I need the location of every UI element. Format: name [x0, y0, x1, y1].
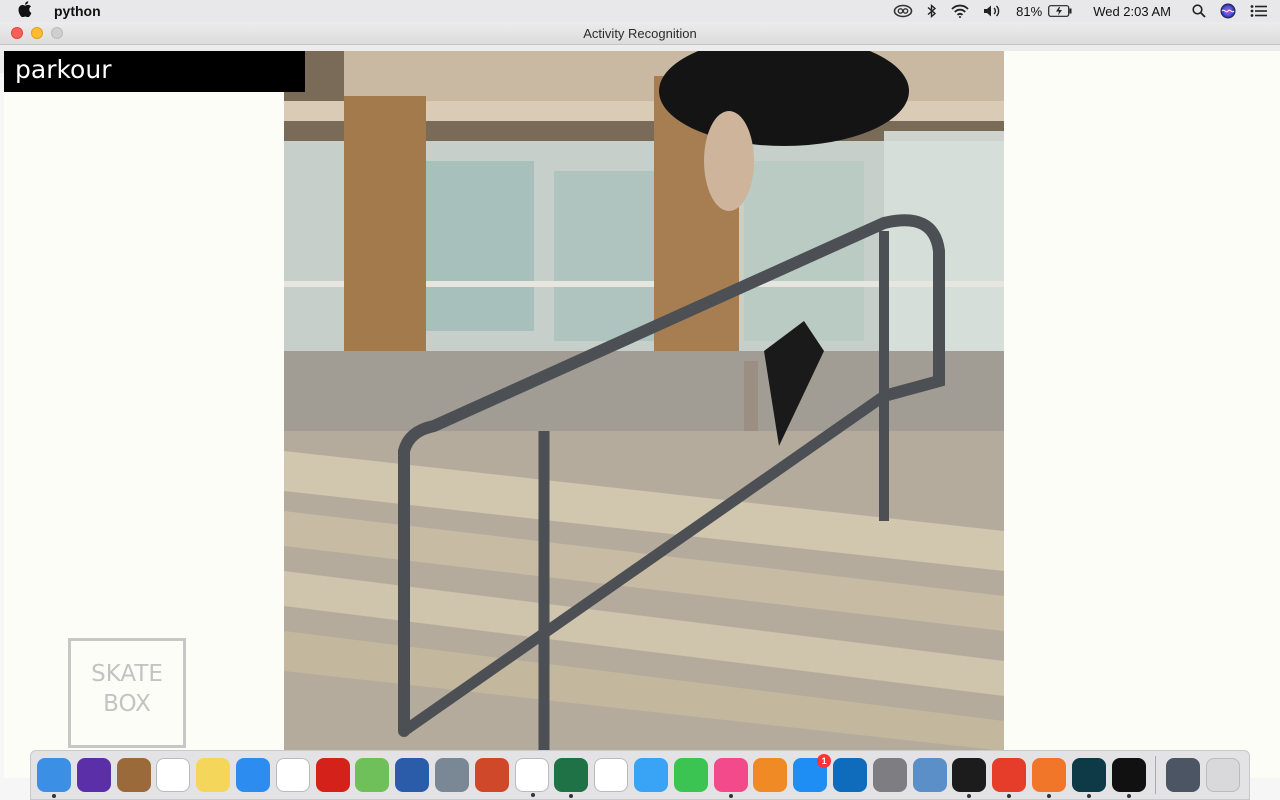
powerpoint-icon[interactable]: [474, 758, 509, 792]
zoom-button[interactable]: [51, 27, 63, 39]
safari-icon[interactable]: [235, 758, 270, 792]
apple-icon[interactable]: [18, 1, 38, 21]
status-area: 81% Wed 2:03 AM: [886, 0, 1280, 22]
close-button[interactable]: [11, 27, 23, 39]
facetime-icon[interactable]: [673, 758, 708, 792]
photos-icon[interactable]: [594, 758, 629, 792]
finder-icon[interactable]: [37, 758, 71, 798]
siri-icon[interactable]: [1220, 0, 1236, 22]
word-icon[interactable]: [395, 758, 430, 792]
excel-icon[interactable]: [554, 758, 589, 798]
books-icon[interactable]: [753, 758, 788, 792]
notebook-icon[interactable]: [116, 758, 151, 792]
maps-icon[interactable]: [355, 758, 390, 792]
reminders-icon[interactable]: [275, 758, 310, 792]
running-indicator: [1126, 794, 1131, 798]
video-frame: [284, 51, 1004, 751]
watermark-line-1: SKATE: [91, 661, 163, 687]
terminal-icon[interactable]: [952, 758, 987, 798]
acrobat-icon[interactable]: [315, 758, 350, 792]
preview-icon[interactable]: [912, 758, 947, 792]
skatebox-watermark: SKATE BOX: [68, 638, 186, 748]
running-indicator: [967, 794, 972, 798]
trash-icon[interactable]: [1206, 758, 1241, 792]
watermark-line-2: BOX: [103, 691, 151, 717]
window-titlebar[interactable]: Activity Recognition: [0, 22, 1280, 45]
window-controls: [11, 27, 63, 39]
recent-folder-icon[interactable]: [1166, 758, 1201, 792]
minimize-button[interactable]: [31, 27, 43, 39]
image-canvas: parkour SKATE BOX: [4, 51, 1280, 778]
system-preferences-icon[interactable]: [872, 758, 907, 792]
running-indicator: [569, 794, 574, 798]
window-title: Activity Recognition: [583, 25, 697, 41]
volume-icon[interactable]: [983, 0, 1003, 22]
dock-separator: [1155, 756, 1157, 794]
app-store-icon[interactable]: 1: [793, 754, 832, 792]
git-icon[interactable]: [992, 758, 1027, 798]
app-menu-python[interactable]: python: [54, 3, 101, 19]
battery-icon[interactable]: [1048, 0, 1072, 22]
notification-center-icon[interactable]: [1250, 0, 1268, 22]
sublime-text-icon[interactable]: [1031, 758, 1066, 798]
battery-percent: 81%: [1016, 3, 1043, 19]
spotlight-icon[interactable]: [1192, 0, 1206, 22]
creative-cloud-icon[interactable]: [893, 0, 913, 22]
exec-icon[interactable]: [1111, 758, 1146, 798]
menu-bar: python 81% Wed 2:03 AM: [0, 0, 1280, 22]
calendar-icon[interactable]: [156, 758, 191, 792]
menubar-clock[interactable]: Wed 2:03 AM: [1093, 4, 1171, 19]
launchpad-icon[interactable]: [434, 758, 469, 792]
filmora-icon[interactable]: [1071, 758, 1106, 798]
siri-icon[interactable]: [76, 758, 111, 792]
bluetooth-icon[interactable]: [927, 0, 937, 22]
app-badge: 1: [817, 754, 832, 768]
chrome-icon[interactable]: [514, 758, 549, 797]
running-indicator: [728, 794, 733, 798]
running-indicator: [1007, 794, 1012, 798]
outlook-icon[interactable]: [832, 758, 867, 792]
skateboard-scene: [284, 51, 1004, 751]
itunes-icon[interactable]: [713, 758, 748, 798]
running-indicator: [530, 793, 535, 797]
activity-label-box: parkour: [4, 51, 305, 92]
dock: 1: [30, 750, 1250, 800]
messages-icon[interactable]: [633, 758, 668, 792]
activity-label: parkour: [15, 55, 112, 84]
running-indicator: [1046, 794, 1051, 798]
notes-icon[interactable]: [196, 758, 231, 792]
wifi-icon[interactable]: [951, 0, 969, 22]
running-indicator: [1086, 794, 1091, 798]
running-indicator: [52, 794, 56, 798]
